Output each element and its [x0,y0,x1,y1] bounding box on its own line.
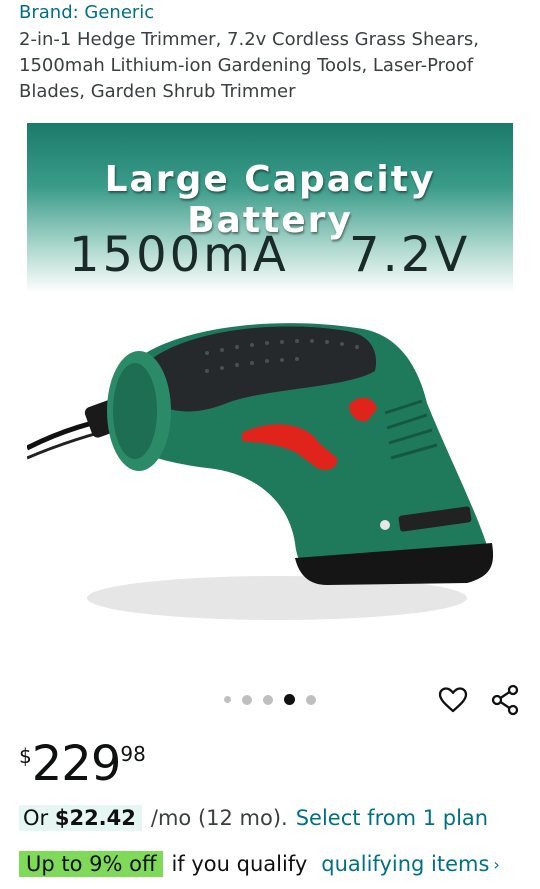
chevron-right-icon[interactable]: › [493,855,499,874]
offer-text: if you qualify [171,852,308,876]
select-plan-link[interactable]: Select from 1 plan [296,806,488,830]
product-price: $ 229 98 [19,736,146,792]
share-icon[interactable] [490,684,522,716]
installment-term: /mo (12 mo). [150,806,288,830]
qualifying-items-link[interactable]: qualifying items [321,852,489,876]
price-currency-symbol: $ [19,744,32,768]
image-carousel-indicator[interactable] [224,694,316,705]
banner-voltage: 7.2V [349,227,471,283]
offer-row: Up to 9% off if you qualify qualifying i… [19,851,500,877]
installment-row: Or $22.42 /mo (12 mo). Select from 1 pla… [19,805,488,831]
brand-link[interactable]: Brand: Generic [19,2,154,23]
product-image[interactable]: Large Capacity Battery 1500mA 7.2V [27,123,513,636]
price-whole: 229 [31,736,122,792]
banner-capacity: 1500mA [69,227,289,283]
carousel-dot[interactable] [242,694,252,705]
installment-amount-box: Or $22.42 [19,805,142,831]
heart-icon[interactable] [437,684,469,716]
carousel-dot[interactable] [263,694,273,705]
price-fraction: 98 [120,742,146,766]
image-banner: Large Capacity Battery 1500mA 7.2V [27,123,513,293]
discount-badge: Up to 9% off [19,851,164,877]
hedge-trimmer-illustration [27,323,494,620]
carousel-dot[interactable] [224,696,231,703]
installment-prefix: Or [23,806,55,830]
product-title: 2-in-1 Hedge Trimmer, 7.2v Cordless Gras… [19,29,479,102]
carousel-dot[interactable] [306,694,316,705]
installment-amount: $22.42 [54,806,136,830]
carousel-dot-active[interactable] [284,694,295,705]
